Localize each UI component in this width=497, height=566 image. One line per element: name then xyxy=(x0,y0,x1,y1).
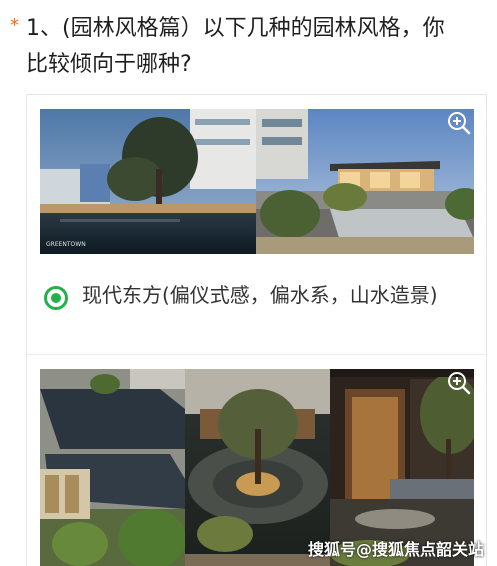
option-item-modern-oriental[interactable]: GREENTOWN 现代东方(偏仪式感，偏水系，山水造景) xyxy=(27,95,486,355)
svg-text:GREENTOWN: GREENTOWN xyxy=(46,241,86,248)
zoom-in-icon xyxy=(448,112,471,135)
option-item-2[interactable] xyxy=(27,356,486,566)
option-list: GREENTOWN 现代东方(偏仪式感，偏水系，山水造景) xyxy=(26,94,487,566)
radio-selected-icon xyxy=(51,293,61,303)
zoom-in-icon xyxy=(448,372,471,395)
question-text-line1: 1、(园林风格篇）以下几种的园林风格，你 xyxy=(26,16,445,41)
landscape-photo: GREENTOWN xyxy=(40,109,474,254)
option-label-modern-oriental: 现代东方(偏仪式感，偏水系，山水造景) xyxy=(82,283,438,307)
option-radio-modern-oriental[interactable] xyxy=(44,286,68,310)
question-text-line2: 比较倾向于哪种? xyxy=(26,52,192,77)
option-image-modern-oriental[interactable]: GREENTOWN xyxy=(40,109,474,254)
required-mark: * xyxy=(10,15,19,36)
zoom-in-button[interactable] xyxy=(446,110,472,136)
watermark-text: 搜狐号@搜狐焦点韶关站 xyxy=(307,540,484,559)
question-title: * 1、(园林风格篇）以下几种的园林风格，你 比较倾向于哪种? xyxy=(10,8,490,83)
survey-page: * 1、(园林风格篇）以下几种的园林风格，你 比较倾向于哪种? GREENTOW… xyxy=(0,0,497,566)
zoom-in-button[interactable] xyxy=(446,370,472,396)
